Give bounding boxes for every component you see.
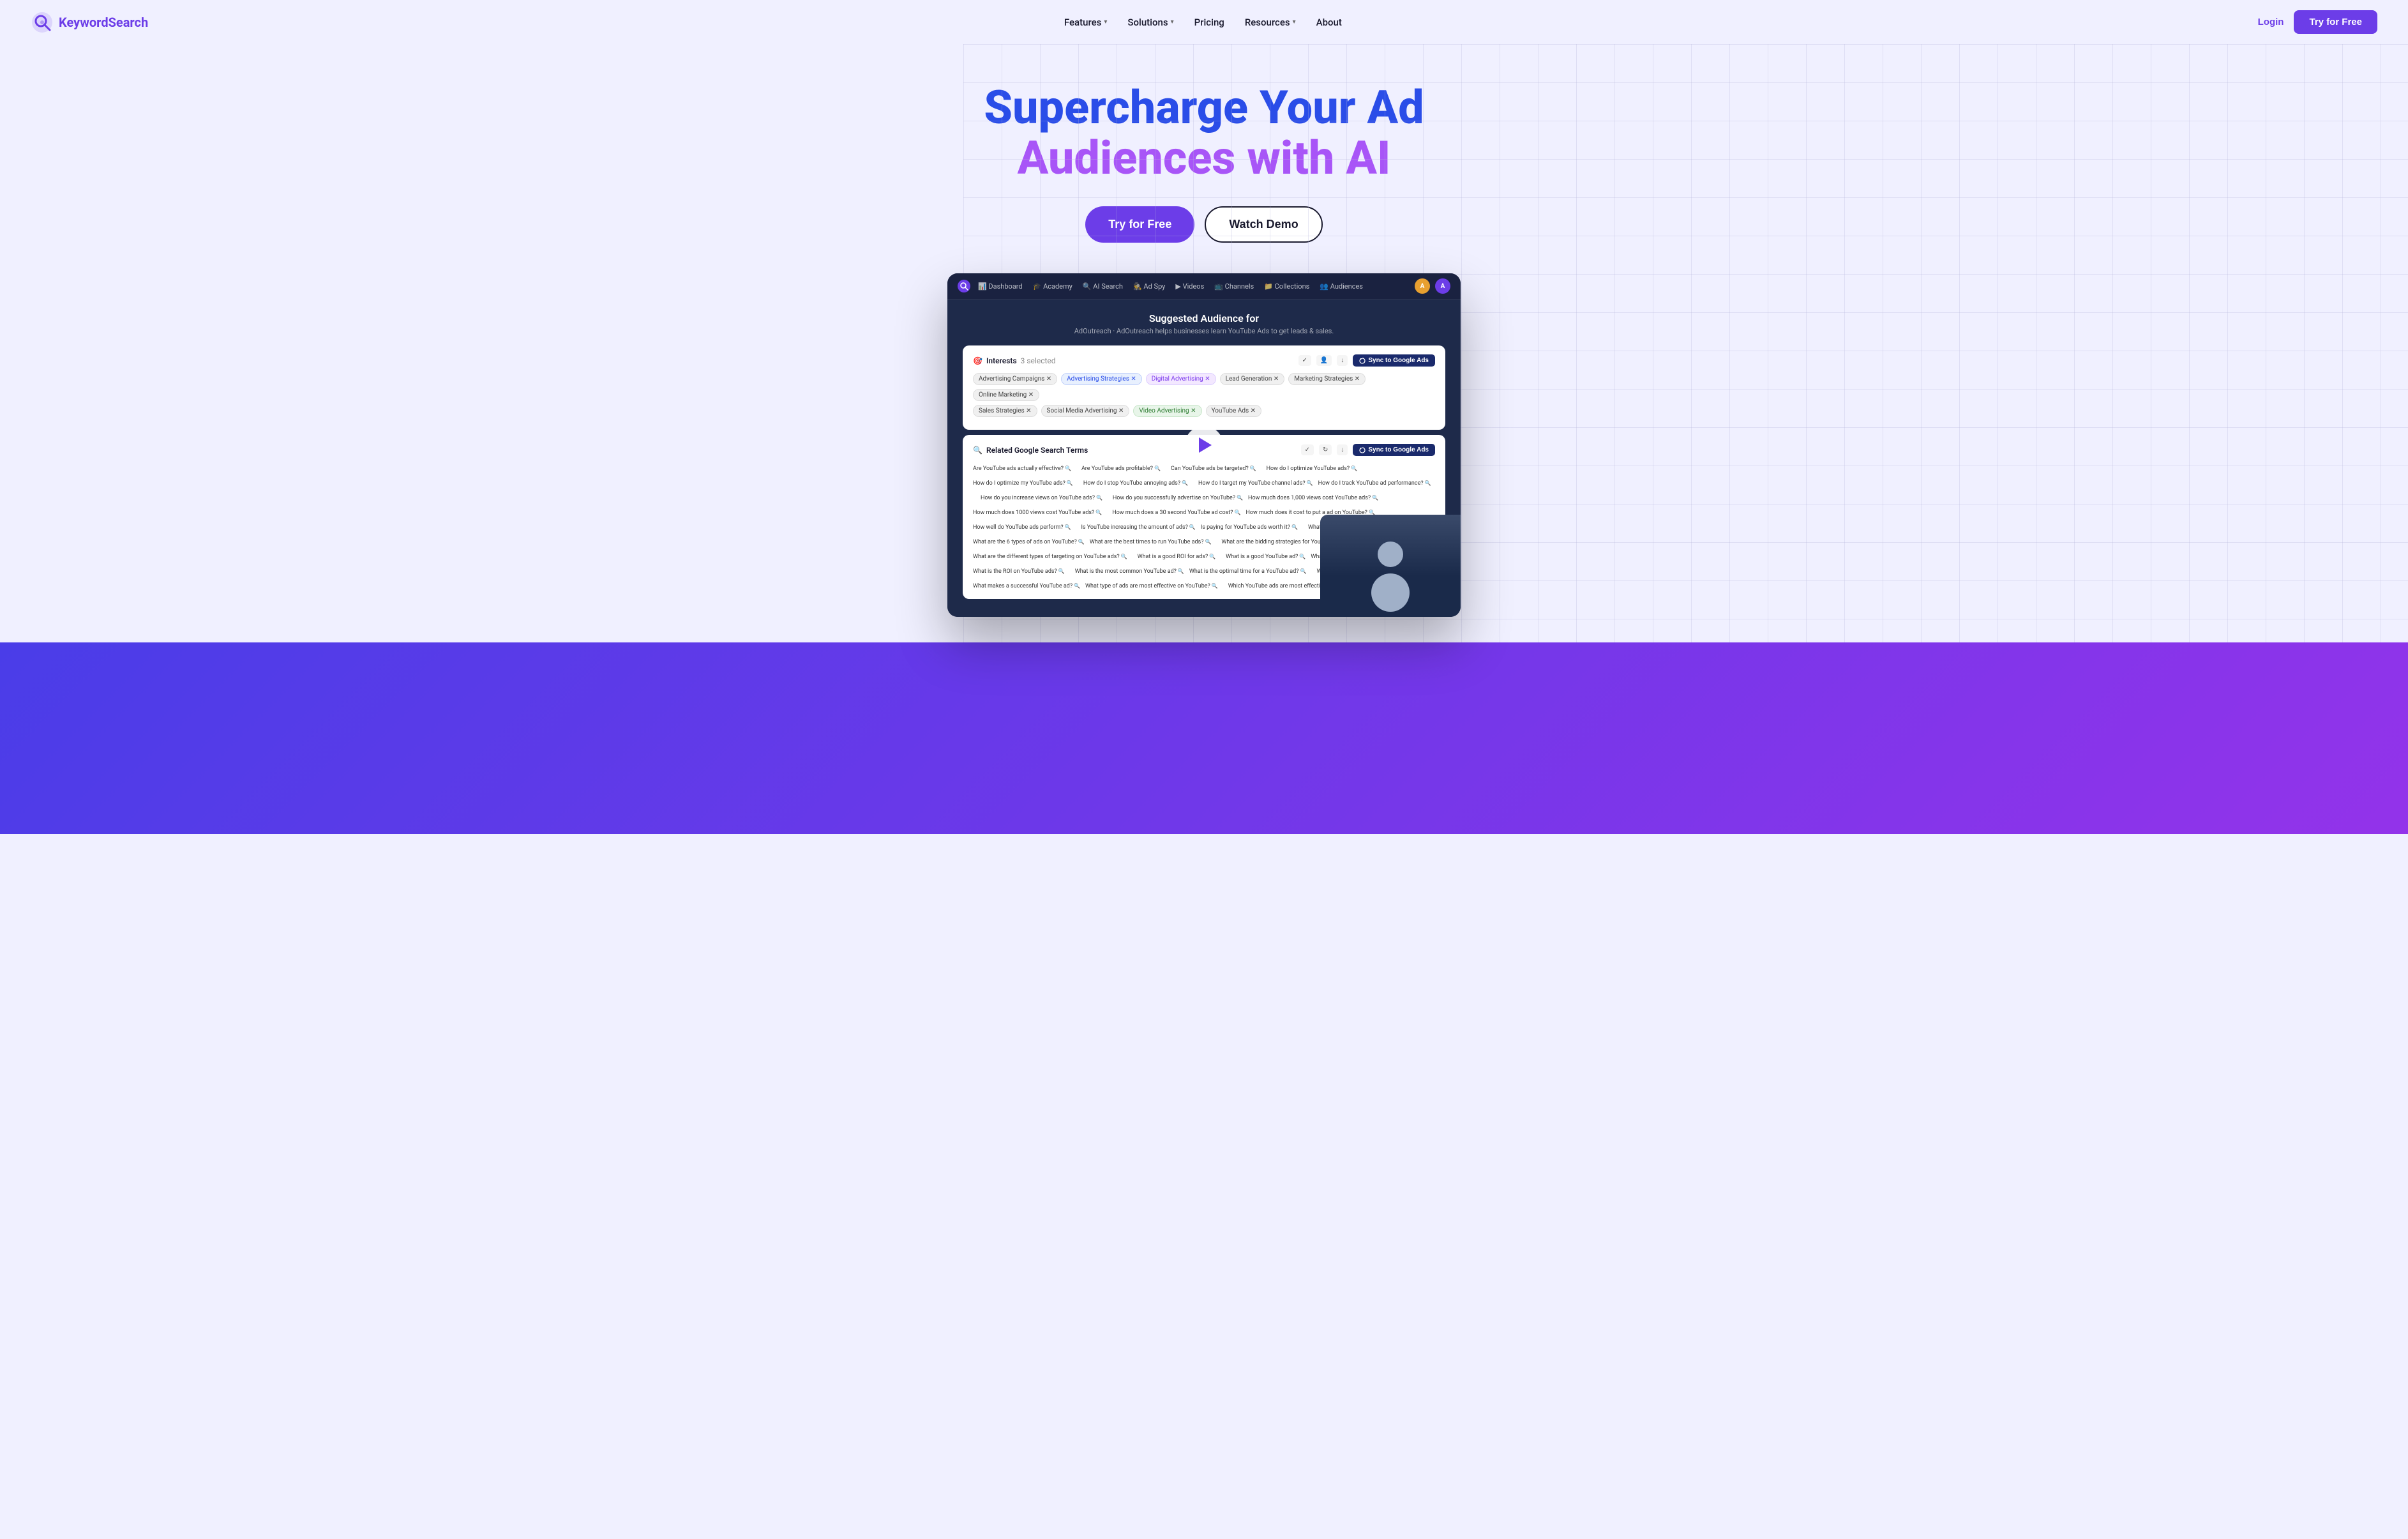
nav-features[interactable]: Features ▾ xyxy=(1064,17,1108,28)
app-avatar-2: A xyxy=(1435,278,1450,294)
logo[interactable]: KeywordSearch xyxy=(31,11,148,34)
tag-online-marketing[interactable]: Online Marketing ✕ xyxy=(973,389,1039,401)
nav-about[interactable]: About xyxy=(1316,17,1342,28)
interests-download-btn[interactable]: ↓ xyxy=(1337,355,1348,366)
app-logo-icon xyxy=(958,280,970,292)
nav-resources[interactable]: Resources ▾ xyxy=(1245,17,1296,28)
app-screenshot-wrapper: 📊 Dashboard 🎓 Academy 🔍 AI Search 🕵 Ad S… xyxy=(917,273,1491,617)
app-screenshot: 📊 Dashboard 🎓 Academy 🔍 AI Search 🕵 Ad S… xyxy=(947,273,1461,617)
search-term-5[interactable]: How do I optimize my YouTube ads? 🔍 xyxy=(973,477,1073,489)
app-nav-academy[interactable]: 🎓 Academy xyxy=(1033,282,1072,291)
watch-demo-button[interactable]: Watch Demo xyxy=(1205,206,1322,243)
search-term-17[interactable]: Is paying for YouTube ads worth it? 🔍 xyxy=(1201,521,1298,533)
gradient-section xyxy=(0,642,2408,834)
search-term-26[interactable]: What is the ROI on YouTube ads? 🔍 xyxy=(973,565,1065,577)
search-term-13[interactable]: How much does a 30 second YouTube ad cos… xyxy=(1112,506,1240,519)
play-button[interactable] xyxy=(1185,426,1223,464)
search-term-16[interactable]: Is YouTube increasing the amount of ads?… xyxy=(1081,521,1195,533)
interests-title: 🎯 Interests 3 selected xyxy=(973,356,1056,365)
search-term-20[interactable]: What are the best times to run YouTube a… xyxy=(1090,536,1212,548)
hero-buttons: Try for Free Watch Demo xyxy=(31,206,2377,243)
interests-sync-button[interactable]: Sync to Google Ads xyxy=(1353,354,1435,367)
app-page-title: Suggested Audience for xyxy=(963,312,1445,324)
navbar: KeywordSearch Features ▾ Solutions ▾ Pri… xyxy=(0,0,2408,44)
app-nav-ai-search[interactable]: 🔍 AI Search xyxy=(1083,282,1123,291)
search-term-6[interactable]: How do I stop YouTube annoying ads? 🔍 xyxy=(1083,477,1188,489)
tag-sales-strategies[interactable]: Sales Strategies ✕ xyxy=(973,405,1037,417)
nav-solutions[interactable]: Solutions ▾ xyxy=(1127,17,1173,28)
tag-marketing-strategies[interactable]: Marketing Strategies ✕ xyxy=(1288,373,1366,385)
interests-card-header: 🎯 Interests 3 selected ✓ 👤 ↓ Sync to Goo… xyxy=(973,354,1435,367)
interests-tags-row-2: Sales Strategies ✕ Social Media Advertis… xyxy=(973,405,1435,417)
app-nav-channels[interactable]: 📺 Channels xyxy=(1214,282,1254,291)
app-page-subtitle: AdOutreach · AdOutreach helps businesses… xyxy=(963,327,1445,335)
search-term-3[interactable]: Can YouTube ads be targeted? 🔍 xyxy=(1171,462,1256,474)
app-nav-collections[interactable]: 📁 Collections xyxy=(1264,282,1309,291)
nav-pricing[interactable]: Pricing xyxy=(1194,17,1224,28)
interests-person-btn[interactable]: 👤 xyxy=(1316,355,1332,366)
play-triangle-icon xyxy=(1199,437,1212,453)
tag-youtube-ads[interactable]: YouTube Ads ✕ xyxy=(1206,405,1262,417)
logo-icon xyxy=(31,11,54,34)
search-term-15[interactable]: How well do YouTube ads perform? 🔍 xyxy=(973,521,1071,533)
interests-tags-row-1: Advertising Campaigns ✕ Advertising Stra… xyxy=(973,373,1435,401)
app-navbar: 📊 Dashboard 🎓 Academy 🔍 AI Search 🕵 Ad S… xyxy=(947,273,1461,299)
hero-section: Supercharge Your Ad Audiences with AI Tr… xyxy=(0,44,2408,642)
search-term-24[interactable]: What is a good YouTube ad? 🔍 xyxy=(1226,550,1306,563)
tag-social-media-advertising[interactable]: Social Media Advertising ✕ xyxy=(1041,405,1130,417)
search-term-22[interactable]: What are the different types of targetin… xyxy=(973,550,1127,563)
search-term-19[interactable]: What are the 6 types of ads on YouTube? … xyxy=(973,536,1085,548)
video-person xyxy=(1320,515,1461,617)
search-term-30[interactable]: What makes a successful YouTube ad? 🔍 xyxy=(973,580,1080,590)
interests-check-btn[interactable]: ✓ xyxy=(1298,355,1311,366)
search-term-1[interactable]: Are YouTube ads actually effective? 🔍 xyxy=(973,462,1071,474)
app-nav-dashboard[interactable]: 📊 Dashboard xyxy=(978,282,1023,291)
search-term-27[interactable]: What is the most common YouTube ad? 🔍 xyxy=(1075,565,1184,577)
tag-lead-generation[interactable]: Lead Generation ✕ xyxy=(1220,373,1285,385)
app-avatar-1: A xyxy=(1415,278,1430,294)
search-term-23[interactable]: What is a good ROI for ads? 🔍 xyxy=(1138,550,1216,563)
related-title: 🔍 Related Google Search Terms xyxy=(973,446,1088,455)
tag-advertising-strategies[interactable]: Advertising Strategies ✕ xyxy=(1061,373,1142,385)
login-button[interactable]: Login xyxy=(2258,17,2284,27)
hero-headline: Supercharge Your Ad Audiences with AI xyxy=(949,82,1459,183)
tag-digital-advertising[interactable]: Digital Advertising ✕ xyxy=(1146,373,1216,385)
nav-actions: Login Try for Free xyxy=(2258,10,2377,34)
app-nav-right: A A xyxy=(1415,278,1450,294)
search-term-12[interactable]: How much does 1000 views cost YouTube ad… xyxy=(973,506,1102,519)
try-free-hero-button[interactable]: Try for Free xyxy=(1085,206,1194,243)
search-term-9[interactable]: How do you increase views on YouTube ads… xyxy=(981,492,1102,504)
related-refresh-btn[interactable]: ↻ xyxy=(1319,444,1332,455)
related-sync-button[interactable]: Sync to Google Ads xyxy=(1353,444,1435,456)
app-nav-links: 📊 Dashboard 🎓 Academy 🔍 AI Search 🕵 Ad S… xyxy=(978,282,1407,291)
search-term-2[interactable]: Are YouTube ads profitable? 🔍 xyxy=(1081,462,1161,474)
search-term-11[interactable]: How much does 1,000 views cost YouTube a… xyxy=(1248,492,1378,504)
try-free-nav-button[interactable]: Try for Free xyxy=(2294,10,2377,34)
search-term-10[interactable]: How do you successfully advertise on You… xyxy=(1113,492,1243,504)
search-term-7[interactable]: How do I target my YouTube channel ads? … xyxy=(1198,477,1313,489)
interests-card-actions: ✓ 👤 ↓ Sync to Google Ads xyxy=(1298,354,1435,367)
interests-card: 🎯 Interests 3 selected ✓ 👤 ↓ Sync to Goo… xyxy=(963,345,1445,430)
logo-text: KeywordSearch xyxy=(59,15,148,30)
search-term-4[interactable]: How do I optimize YouTube ads? 🔍 xyxy=(1267,462,1358,474)
tag-advertising-campaigns[interactable]: Advertising Campaigns ✕ xyxy=(973,373,1057,385)
video-thumbnail xyxy=(1320,515,1461,617)
app-nav-audiences[interactable]: 👥 Audiences xyxy=(1320,282,1363,291)
app-nav-ad-spy[interactable]: 🕵 Ad Spy xyxy=(1133,282,1165,291)
app-nav-videos[interactable]: ▶ Videos xyxy=(1175,282,1204,291)
related-download-btn[interactable]: ↓ xyxy=(1337,444,1348,455)
search-term-28[interactable]: What is the optimal time for a YouTube a… xyxy=(1189,565,1307,577)
tag-video-advertising[interactable]: Video Advertising ✕ xyxy=(1133,405,1201,417)
nav-links: Features ▾ Solutions ▾ Pricing Resources… xyxy=(1064,17,1342,28)
related-check-btn[interactable]: ✓ xyxy=(1301,444,1314,455)
search-term-8[interactable]: How do I track YouTube ad performance? 🔍 xyxy=(1318,477,1431,489)
person-silhouette xyxy=(1365,535,1416,612)
search-term-31[interactable]: What type of ads are most effective on Y… xyxy=(1085,580,1218,590)
related-card-actions: ✓ ↻ ↓ Sync to Google Ads xyxy=(1301,444,1435,456)
